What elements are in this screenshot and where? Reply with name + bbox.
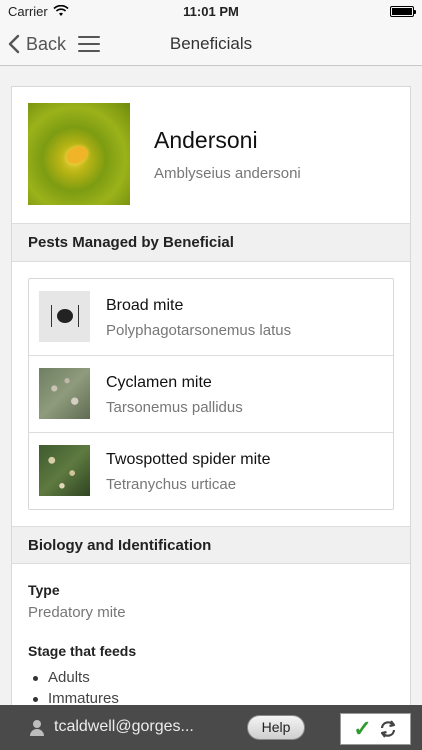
- carrier-label: Carrier: [8, 3, 48, 19]
- back-label: Back: [26, 33, 67, 54]
- back-button[interactable]: Back: [8, 22, 66, 66]
- pest-name: Cyclamen mite: [106, 374, 212, 391]
- pest-thumbnail: [39, 291, 90, 342]
- biology-body: Type Predatory mite Stage that feeds Adu…: [12, 564, 410, 705]
- beneficial-scientific-name: Amblyseius andersoni: [154, 165, 301, 182]
- beneficial-header: Andersoni Amblyseius andersoni: [12, 87, 410, 224]
- pest-name: Twospotted spider mite: [106, 451, 271, 468]
- pest-name: Broad mite: [106, 297, 184, 314]
- type-value: Predatory mite: [28, 604, 126, 621]
- user-account[interactable]: tcaldwell@gorges...: [54, 718, 194, 736]
- type-label: Type: [28, 582, 60, 598]
- user-icon: [30, 720, 44, 736]
- checkmark-icon: ✓: [353, 716, 372, 741]
- stage-list: Adults Immatures: [28, 669, 394, 705]
- sync-button[interactable]: ✓: [340, 713, 411, 745]
- pests-section-header: Pests Managed by Beneficial: [12, 224, 410, 262]
- beneficial-photo: [28, 103, 130, 205]
- help-button[interactable]: Help: [247, 715, 305, 740]
- biology-section-header: Biology and Identification: [12, 526, 410, 564]
- wifi-icon: [53, 5, 69, 16]
- pest-list: Broad mite Polyphagotarsonemus latus Cyc…: [28, 278, 394, 510]
- pest-scientific-name: Tetranychus urticae: [106, 476, 237, 493]
- pest-row-twospotted-spider-mite[interactable]: Twospotted spider mite Tetranychus urtic…: [29, 433, 393, 509]
- list-item: Adults: [30, 669, 394, 686]
- pest-scientific-name: Tarsonemus pallidus: [106, 399, 243, 416]
- bottom-toolbar: tcaldwell@gorges... Help ✓: [0, 705, 422, 750]
- nav-bar: Back Beneficials: [0, 22, 422, 66]
- stage-label: Stage that feeds: [28, 643, 137, 659]
- hamburger-menu-icon[interactable]: [78, 34, 100, 54]
- pest-row-cyclamen-mite[interactable]: Cyclamen mite Tarsonemus pallidus: [29, 356, 393, 433]
- pest-row-broad-mite[interactable]: Broad mite Polyphagotarsonemus latus: [29, 279, 393, 356]
- battery-icon: [390, 5, 416, 17]
- status-left: Carrier: [8, 4, 69, 19]
- list-item: Immatures: [30, 690, 394, 705]
- scroll-content[interactable]: Andersoni Amblyseius andersoni Pests Man…: [0, 66, 422, 705]
- status-bar: Carrier 11:01 PM: [0, 0, 422, 22]
- pest-scientific-name: Polyphagotarsonemus latus: [106, 322, 292, 339]
- sync-icon: [380, 720, 395, 738]
- pest-thumbnail: [39, 445, 90, 496]
- detail-card: Andersoni Amblyseius andersoni Pests Man…: [11, 86, 411, 705]
- chevron-left-icon: [8, 34, 20, 54]
- pest-thumbnail: [39, 368, 90, 419]
- beneficial-name: Andersoni: [154, 127, 258, 153]
